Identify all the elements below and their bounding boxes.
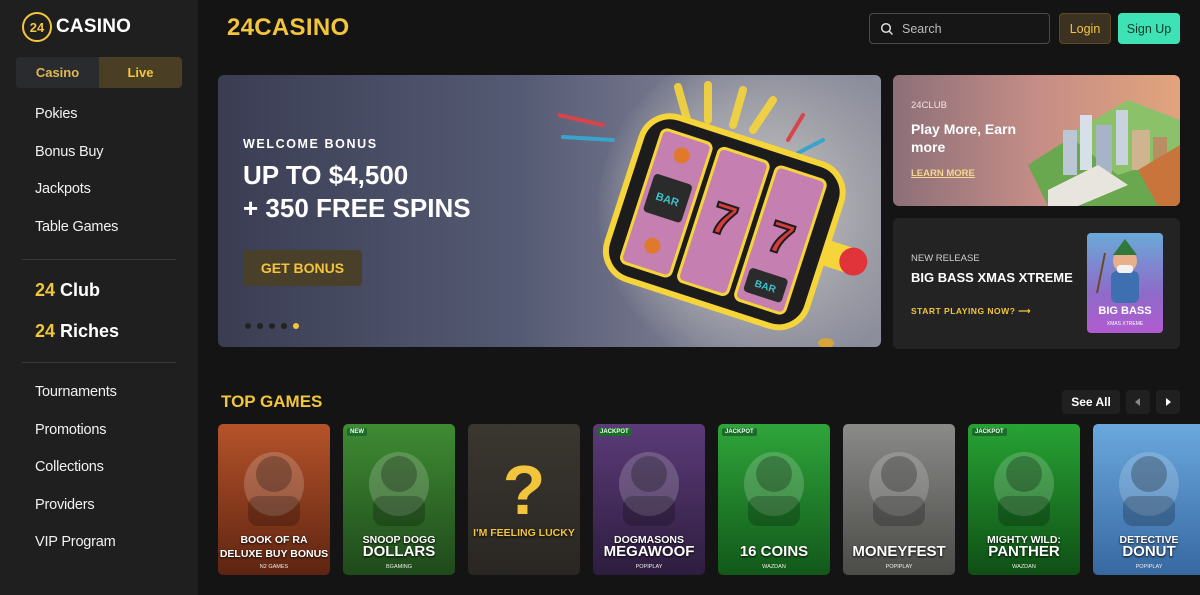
game-badge: JACKPOT [722, 428, 757, 436]
learn-more-link[interactable]: LEARN MORE [911, 168, 975, 179]
city-illustration-icon [1028, 100, 1180, 206]
sidebar-item-bonus-buy[interactable]: Bonus Buy [35, 134, 118, 172]
promo-tag: 24CLUB [911, 100, 947, 111]
carousel-prev-button[interactable] [1126, 390, 1150, 414]
game-card[interactable]: JACKPOT DOGMASONS MEGAWOOF POPIPLAY [593, 424, 705, 575]
casino-mode-button[interactable]: Casino [16, 57, 99, 88]
game-title-line2: DOLLARS [362, 543, 436, 560]
logo-text: CASINO [56, 16, 132, 37]
slot-machine-icon: BAR 7 7 BAR [558, 81, 868, 347]
game-provider: WAZDAN [762, 564, 786, 570]
game-provider: BGAMING [386, 564, 412, 570]
game-card[interactable]: ? I'M FEELING LUCKY [468, 424, 580, 575]
hero-subheadline: + 350 FREE SPINS [243, 193, 471, 223]
carousel-dot[interactable] [269, 323, 275, 329]
promo-tag: NEW RELEASE [911, 253, 980, 264]
top-games-title: TOP GAMES [221, 392, 323, 411]
nav-group-games: Pokies Bonus Buy Jackpots Table Games [35, 96, 118, 246]
see-all-button[interactable]: See All [1062, 390, 1120, 414]
game-card[interactable]: DETECTIVE DONUT POPIPLAY [1093, 424, 1200, 575]
game-title-line2: DELUXE BUY BONUS [219, 548, 329, 560]
game-provider: POPIPLAY [1135, 564, 1163, 570]
chevron-right-icon [1166, 398, 1171, 406]
sidebar-item-24-riches[interactable]: 24 Riches [35, 311, 119, 352]
game-title-line2: 16 COINS [739, 543, 809, 560]
thumbnail-title: BIG BASS [1098, 305, 1152, 317]
game-card[interactable]: NEW SNOOP DOGG DOLLARS BGAMING [343, 424, 455, 575]
nav-group-club: 24 Club 24 Riches [35, 270, 119, 351]
get-bonus-button[interactable]: GET BONUS [243, 250, 362, 286]
sidebar-item-vip-program[interactable]: VIP Program [35, 524, 117, 562]
sidebar: 24 CASINO Casino Live Pokies Bonus Buy J… [0, 0, 198, 595]
game-title-line1: BOOK OF RA [240, 534, 308, 546]
game-provider: WAZDAN [1012, 564, 1036, 570]
promo-card-24club[interactable]: 24CLUB Play More, Earn more LEARN MORE [893, 75, 1180, 206]
promo-title: Play More, Earn more [911, 121, 1017, 155]
promo-card-new-release[interactable]: NEW RELEASE BIG BASS XMAS XTREME START P… [893, 218, 1180, 349]
page-title: 24CASINO [227, 14, 350, 41]
hero-kicker: WELCOME BONUS [243, 137, 378, 151]
game-title-line2: PANTHER [988, 543, 1060, 560]
sidebar-item-providers[interactable]: Providers [35, 487, 117, 525]
riches-number: 24 [35, 320, 56, 341]
game-provider: N2 GAMES [259, 564, 289, 570]
signup-button[interactable]: Sign Up [1118, 13, 1180, 44]
promo-title: BIG BASS XMAS XTREME [911, 270, 1073, 285]
game-card[interactable]: JACKPOT MIGHTY WILD: PANTHER WAZDAN [968, 424, 1080, 575]
sidebar-item-jackpots[interactable]: Jackpots [35, 171, 118, 209]
nav-group-more: Tournaments Promotions Collections Provi… [35, 374, 117, 562]
club-label: Club [55, 280, 101, 300]
hero-headline: UP TO $4,500 [243, 160, 409, 190]
carousel-dot[interactable] [245, 323, 251, 329]
sidebar-divider [22, 362, 176, 363]
game-card[interactable]: MONEYFEST POPIPLAY [843, 424, 955, 575]
sidebar-item-tournaments[interactable]: Tournaments [35, 374, 117, 412]
carousel-dot[interactable] [257, 323, 263, 329]
sidebar-item-collections[interactable]: Collections [35, 449, 117, 487]
game-badge: JACKPOT [972, 428, 1007, 436]
mode-toggle: Casino Live [16, 57, 182, 88]
app: 24 CASINO Casino Live Pokies Bonus Buy J… [0, 0, 1200, 595]
game-provider: POPIPLAY [635, 564, 663, 570]
game-title-line2: DONUT [1122, 543, 1176, 560]
top-games-carousel: BOOK OF RA DELUXE BUY BONUS N2 GAMES NEW SNO… [218, 424, 1200, 575]
thumbnail-subtitle: XMAS XTREME [1106, 321, 1144, 327]
search-input[interactable] [902, 21, 1042, 36]
start-playing-label: START PLAYING NOW? [911, 306, 1016, 316]
fisherman-icon [1096, 239, 1139, 303]
sidebar-item-24-club[interactable]: 24 Club [35, 270, 119, 311]
game-card[interactable]: BOOK OF RA DELUXE BUY BONUS N2 GAMES [218, 424, 330, 575]
start-playing-link[interactable]: START PLAYING NOW? ⟶ [911, 306, 1031, 317]
sidebar-item-pokies[interactable]: Pokies [35, 96, 118, 134]
game-card[interactable]: JACKPOT 16 COINS WAZDAN [718, 424, 830, 575]
arrow-right-icon: ⟶ [1018, 306, 1031, 316]
question-mark-icon: ? [503, 451, 546, 529]
carousel-dot[interactable] [281, 323, 287, 329]
game-title-line2: MEGAWOOF [603, 543, 695, 560]
riches-label: Riches [55, 320, 120, 341]
game-title-line2: I'M FEELING LUCKY [473, 527, 575, 539]
game-thumbnail[interactable]: BIG BASS XMAS XTREME [1087, 233, 1163, 333]
club-number: 24 [35, 280, 56, 300]
svg-text:?: ? [503, 451, 546, 529]
search-bar[interactable] [869, 13, 1050, 44]
logo[interactable]: 24 CASINO [22, 12, 131, 42]
login-button[interactable]: Login [1059, 13, 1111, 44]
game-title-line2: MONEYFEST [852, 543, 946, 560]
chevron-left-icon [1135, 398, 1140, 406]
search-icon [880, 22, 894, 35]
sidebar-item-promotions[interactable]: Promotions [35, 412, 117, 450]
carousel-dots [245, 323, 299, 329]
live-mode-button[interactable]: Live [99, 57, 182, 88]
carousel-dot[interactable] [293, 323, 299, 329]
carousel-next-button[interactable] [1156, 390, 1180, 414]
sidebar-item-table-games[interactable]: Table Games [35, 209, 118, 247]
hero-banner[interactable]: BAR 7 7 BAR WELCOME BONUS UP TO $4,500 +… [218, 75, 881, 347]
sidebar-divider [22, 259, 176, 260]
game-provider: POPIPLAY [885, 564, 913, 570]
game-badge: NEW [347, 428, 367, 436]
game-badge: JACKPOT [597, 428, 632, 436]
logo-badge: 24 [22, 12, 52, 42]
